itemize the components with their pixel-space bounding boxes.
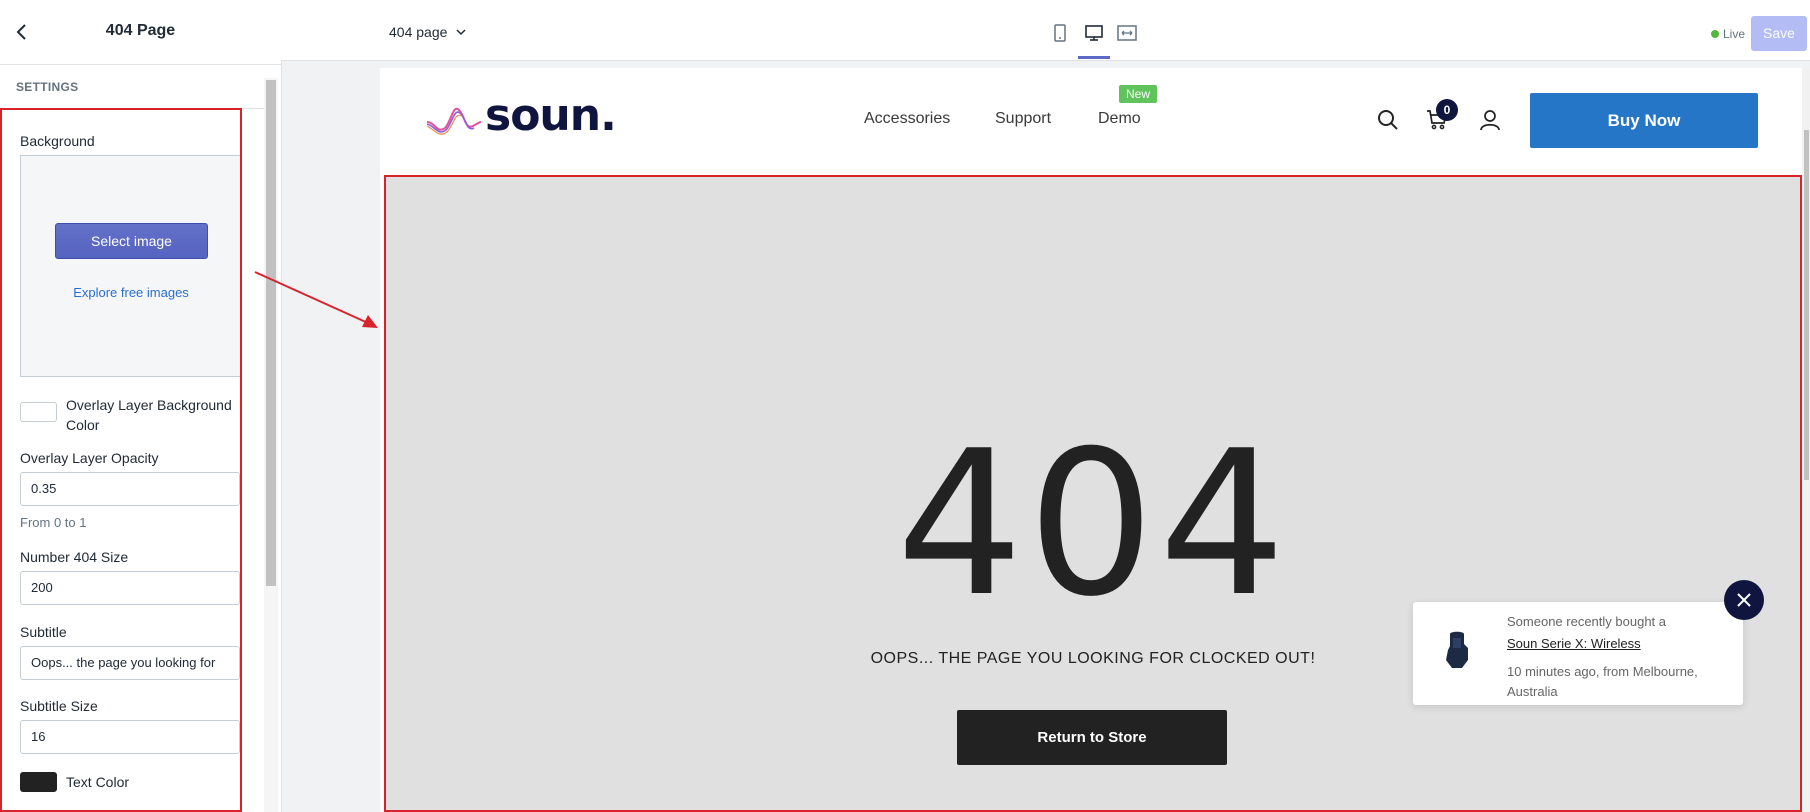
search-icon[interactable] <box>1376 108 1400 132</box>
preview-scrollbar-thumb[interactable] <box>1804 130 1809 480</box>
active-view-indicator <box>1078 56 1110 59</box>
subtitle-input[interactable]: Oops... the page you looking for <box>20 646 240 680</box>
number-size-label: Number 404 Size <box>20 549 129 565</box>
chevron-down-icon <box>456 29 466 36</box>
return-to-store-button[interactable]: Return to Store <box>957 710 1227 765</box>
overlay-opacity-help: From 0 to 1 <box>20 515 87 530</box>
editor-topbar <box>281 0 1810 61</box>
panel-scrollbar-thumb[interactable] <box>266 80 276 586</box>
popup-time-location: 10 minutes ago, from Melbourne, Australi… <box>1507 664 1698 699</box>
cart-count-badge: 0 <box>1436 99 1458 121</box>
text-color-label: Text Color <box>66 774 130 790</box>
panel-title: 404 Page <box>105 22 176 39</box>
text-color-swatch[interactable] <box>20 772 57 792</box>
store-logo[interactable]: soun. <box>485 90 617 141</box>
subtitle-label: Subtitle <box>20 624 67 640</box>
live-status-label: Live <box>1723 27 1746 41</box>
save-button[interactable]: Save <box>1751 16 1807 51</box>
desktop-view-button[interactable] <box>1085 24 1103 42</box>
error-number: 404 <box>896 408 1290 641</box>
user-icon[interactable] <box>1478 108 1502 132</box>
page-selector[interactable]: 404 page <box>389 24 467 40</box>
nav-support[interactable]: Support <box>995 110 1051 128</box>
background-label: Background <box>20 133 95 149</box>
explore-free-images-link[interactable]: Explore free images <box>20 285 242 300</box>
overlay-opacity-input[interactable]: 0.35 <box>20 472 240 506</box>
live-status-dot <box>1711 30 1719 38</box>
logo-wave-icon <box>426 107 481 135</box>
fullscreen-view-button[interactable] <box>1117 24 1137 42</box>
select-image-button[interactable]: Select image <box>55 223 208 259</box>
product-thumbnail <box>1446 631 1468 668</box>
divider <box>0 108 264 109</box>
overlay-color-label: Overlay Layer Background Color <box>66 397 232 433</box>
subtitle-size-label: Subtitle Size <box>20 698 98 714</box>
nav-demo[interactable]: Demo <box>1098 110 1141 128</box>
overlay-color-swatch[interactable] <box>20 402 57 422</box>
settings-heading: SETTINGS <box>16 80 79 94</box>
subtitle-size-input[interactable]: 16 <box>20 720 240 754</box>
popup-close-button[interactable] <box>1724 580 1764 620</box>
overlay-opacity-label: Overlay Layer Opacity <box>20 450 159 466</box>
close-icon <box>1737 593 1751 607</box>
mobile-view-button[interactable] <box>1052 24 1068 42</box>
popup-message: Someone recently bought a <box>1507 614 1666 629</box>
nav-accessories[interactable]: Accessories <box>864 110 950 128</box>
new-badge: New <box>1119 85 1157 103</box>
full-width-icon <box>1117 25 1137 41</box>
image-picker[interactable] <box>20 155 242 377</box>
number-size-input[interactable]: 200 <box>20 571 240 605</box>
desktop-icon <box>1085 25 1103 41</box>
popup-product-link[interactable]: Soun Serie X: Wireless <box>1507 636 1641 651</box>
mobile-icon <box>1054 24 1066 42</box>
page-selector-label: 404 page <box>389 24 448 40</box>
buy-now-button[interactable]: Buy Now <box>1530 93 1758 148</box>
